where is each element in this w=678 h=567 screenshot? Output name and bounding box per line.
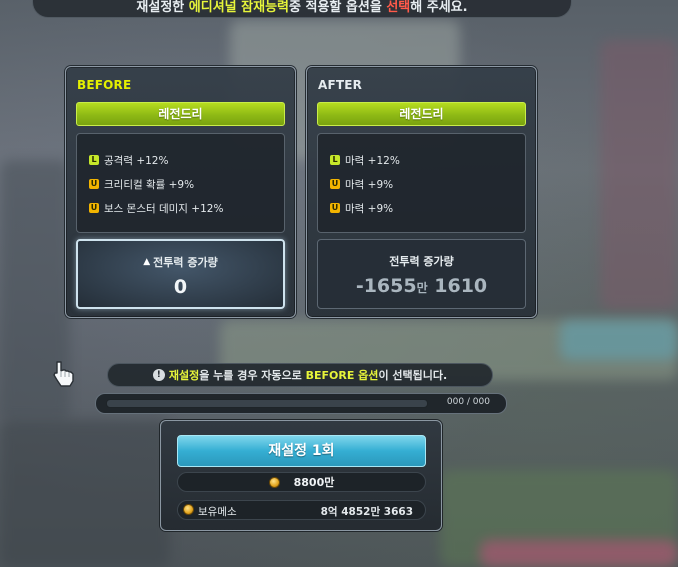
meso-coin-icon [268, 476, 280, 488]
progress-count: 000 / 000 [446, 397, 490, 407]
meso-value: 8억 4852만 3663 [320, 506, 413, 518]
option-line: U 보스 몬스터 데미지 +12% [89, 196, 284, 220]
after-grade-bar: 레전드리 [317, 102, 526, 126]
notice-highlight: 에디셔널 잠재능력 [188, 0, 290, 15]
after-option-list: L 마력 +12% U 마력 +9% U 마력 +9% [317, 133, 526, 233]
progress-track [106, 399, 428, 408]
after-option-panel[interactable]: AFTER 레전드리 L 마력 +12% U 마력 +9% U 마력 +9% 전… [306, 66, 537, 318]
option-line: U 마력 +9% [330, 172, 525, 196]
option-text: 마력 +9% [345, 202, 394, 215]
option-line: U 마력 +9% [330, 196, 525, 220]
notice-text: 중 적용할 옵션을 [289, 0, 387, 15]
reset-cost: 8800만 [177, 472, 426, 492]
legendary-grade-icon: L [89, 155, 99, 165]
notice-text: 재설정을 누를 경우 자동으로 BEFORE 옵션이 선택됩니다. [169, 367, 447, 383]
power-label: ▲ 전투력 증가량 [78, 254, 283, 270]
unique-grade-icon: U [89, 179, 99, 189]
legendary-grade-icon: L [330, 155, 340, 165]
auto-select-notice: ! 재설정을 누를 경우 자동으로 BEFORE 옵션이 선택됩니다. [107, 363, 493, 387]
background-blur [0, 420, 170, 567]
reset-once-button[interactable]: 재설정 1회 [177, 435, 426, 467]
power-label: 전투력 증가량 [318, 253, 525, 269]
hand-cursor-icon [53, 361, 74, 387]
option-text: 마력 +9% [345, 178, 394, 191]
option-line: L 마력 +12% [330, 148, 525, 172]
cost-value: 8800만 [293, 476, 335, 489]
before-power-box[interactable]: ▲ 전투력 증가량 0 [76, 239, 285, 309]
unique-grade-icon: U [330, 179, 340, 189]
notice-text: 재설정한 [136, 0, 189, 15]
power-label-text: 전투력 증가량 [153, 256, 218, 269]
background-blur [600, 40, 678, 310]
after-title: AFTER [318, 78, 363, 92]
before-option-panel[interactable]: BEFORE 레전드리 L 공격력 +12% U 크리티컬 확률 +9% U 보… [65, 66, 296, 318]
exclamation-icon: ! [152, 369, 165, 381]
triangle-up-icon: ▲ [143, 257, 151, 267]
background-blur [480, 540, 678, 567]
meso-coin-icon [183, 504, 194, 515]
before-title: BEFORE [77, 78, 132, 92]
before-grade-bar: 레전드리 [76, 102, 285, 126]
option-text: 크리티컬 확률 +9% [104, 178, 195, 191]
after-power-value: -1655만 1610 [318, 275, 525, 297]
unique-grade-icon: U [89, 203, 99, 213]
background-blur [560, 320, 678, 360]
owned-meso: 보유메소 8억 4852만 3663 [177, 500, 426, 520]
progress-bar: 000 / 000 [95, 393, 507, 414]
before-power-value: 0 [173, 276, 188, 298]
power-value-rest: 1610 [427, 275, 488, 297]
notice-plain: 을 누를 경우 자동으로 [199, 369, 306, 382]
notice-highlight-select: 선택 [386, 0, 411, 15]
power-value-main: -1655 [355, 275, 417, 297]
notice-plain: 이 선택됩니다. [378, 369, 448, 382]
notice-highlight: BEFORE 옵션 [305, 369, 379, 382]
notice-highlight: 재설정 [168, 369, 200, 382]
notice-text: 해 주세요. [410, 0, 468, 15]
top-instruction-banner: 재설정한 에디셔널 잠재능력중 적용할 옵션을 선택해 주세요. [32, 0, 572, 18]
power-value-unit: 만 [416, 281, 428, 295]
option-text: 보스 몬스터 데미지 +12% [104, 202, 224, 215]
after-power-box[interactable]: 전투력 증가량 -1655만 1610 [317, 239, 526, 309]
unique-grade-icon: U [330, 203, 340, 213]
before-option-list: L 공격력 +12% U 크리티컬 확률 +9% U 보스 몬스터 데미지 +1… [76, 133, 285, 233]
power-label-text: 전투력 증가량 [389, 255, 454, 268]
option-text: 공격력 +12% [104, 154, 169, 167]
option-text: 마력 +12% [345, 154, 400, 167]
reset-panel: 재설정 1회 8800만 보유메소 8억 4852만 3663 [160, 420, 442, 531]
option-line: L 공격력 +12% [89, 148, 284, 172]
option-line: U 크리티컬 확률 +9% [89, 172, 284, 196]
meso-label: 보유메소 [198, 506, 237, 518]
